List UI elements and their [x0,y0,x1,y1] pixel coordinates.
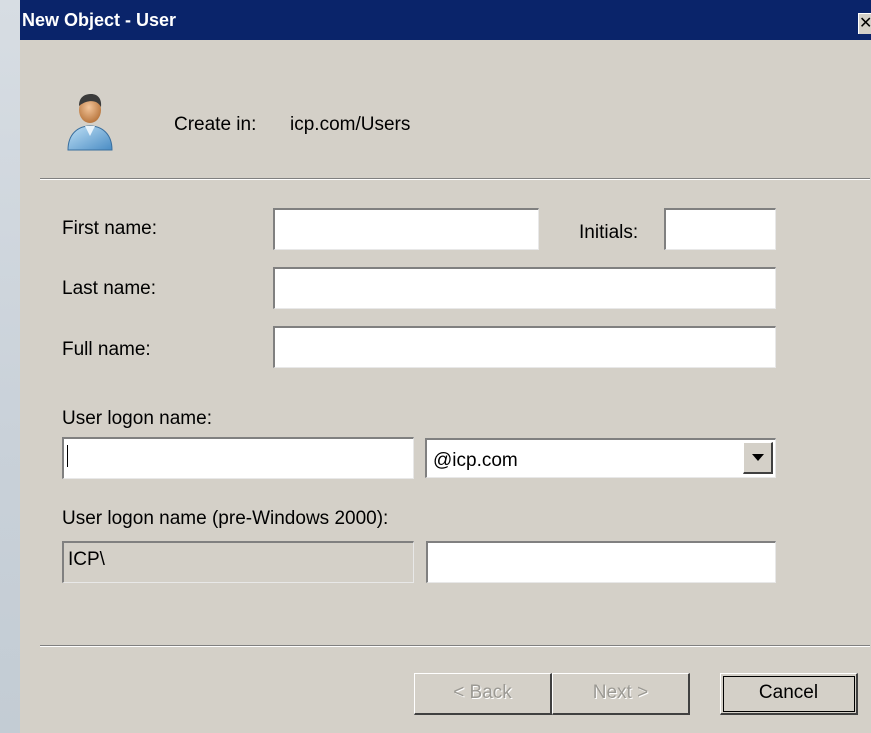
initials-input[interactable] [664,208,776,250]
create-in-value: icp.com/Users [290,114,411,135]
upn-suffix-select[interactable]: @icp.com [425,438,776,478]
close-icon: ✕ [859,15,871,32]
title-bar: New Object - User ✕ [20,0,871,40]
initials-label: Initials: [579,222,639,243]
cancel-button[interactable]: Cancel [720,673,858,715]
pre2000-label: User logon name (pre-Windows 2000): [62,508,389,529]
dropdown-button[interactable] [743,442,773,474]
full-name-label: Full name: [62,339,151,360]
upn-suffix-value: @icp.com [433,450,518,471]
create-in-label: Create in: [174,114,257,135]
separator-bottom [40,645,870,647]
last-name-input[interactable] [273,267,776,309]
new-object-user-dialog: New Object - User ✕ Create in: icp.com/U… [20,0,871,733]
pre2000-domain-field: ICP\ [62,541,414,583]
first-name-input[interactable] [273,208,539,250]
text-caret [67,445,68,467]
full-name-input[interactable] [273,326,776,368]
back-button[interactable]: < Back [414,673,552,715]
last-name-label: Last name: [62,278,156,299]
pre2000-name-input[interactable] [426,541,776,583]
logon-name-input[interactable] [62,437,414,479]
user-icon [67,94,113,151]
logon-name-label: User logon name: [62,408,212,429]
next-button[interactable]: Next > [552,673,690,715]
close-button[interactable]: ✕ [858,13,871,34]
first-name-label: First name: [62,218,158,239]
window-title: New Object - User [22,10,177,30]
separator-top [40,178,870,180]
chevron-down-icon [752,454,764,461]
